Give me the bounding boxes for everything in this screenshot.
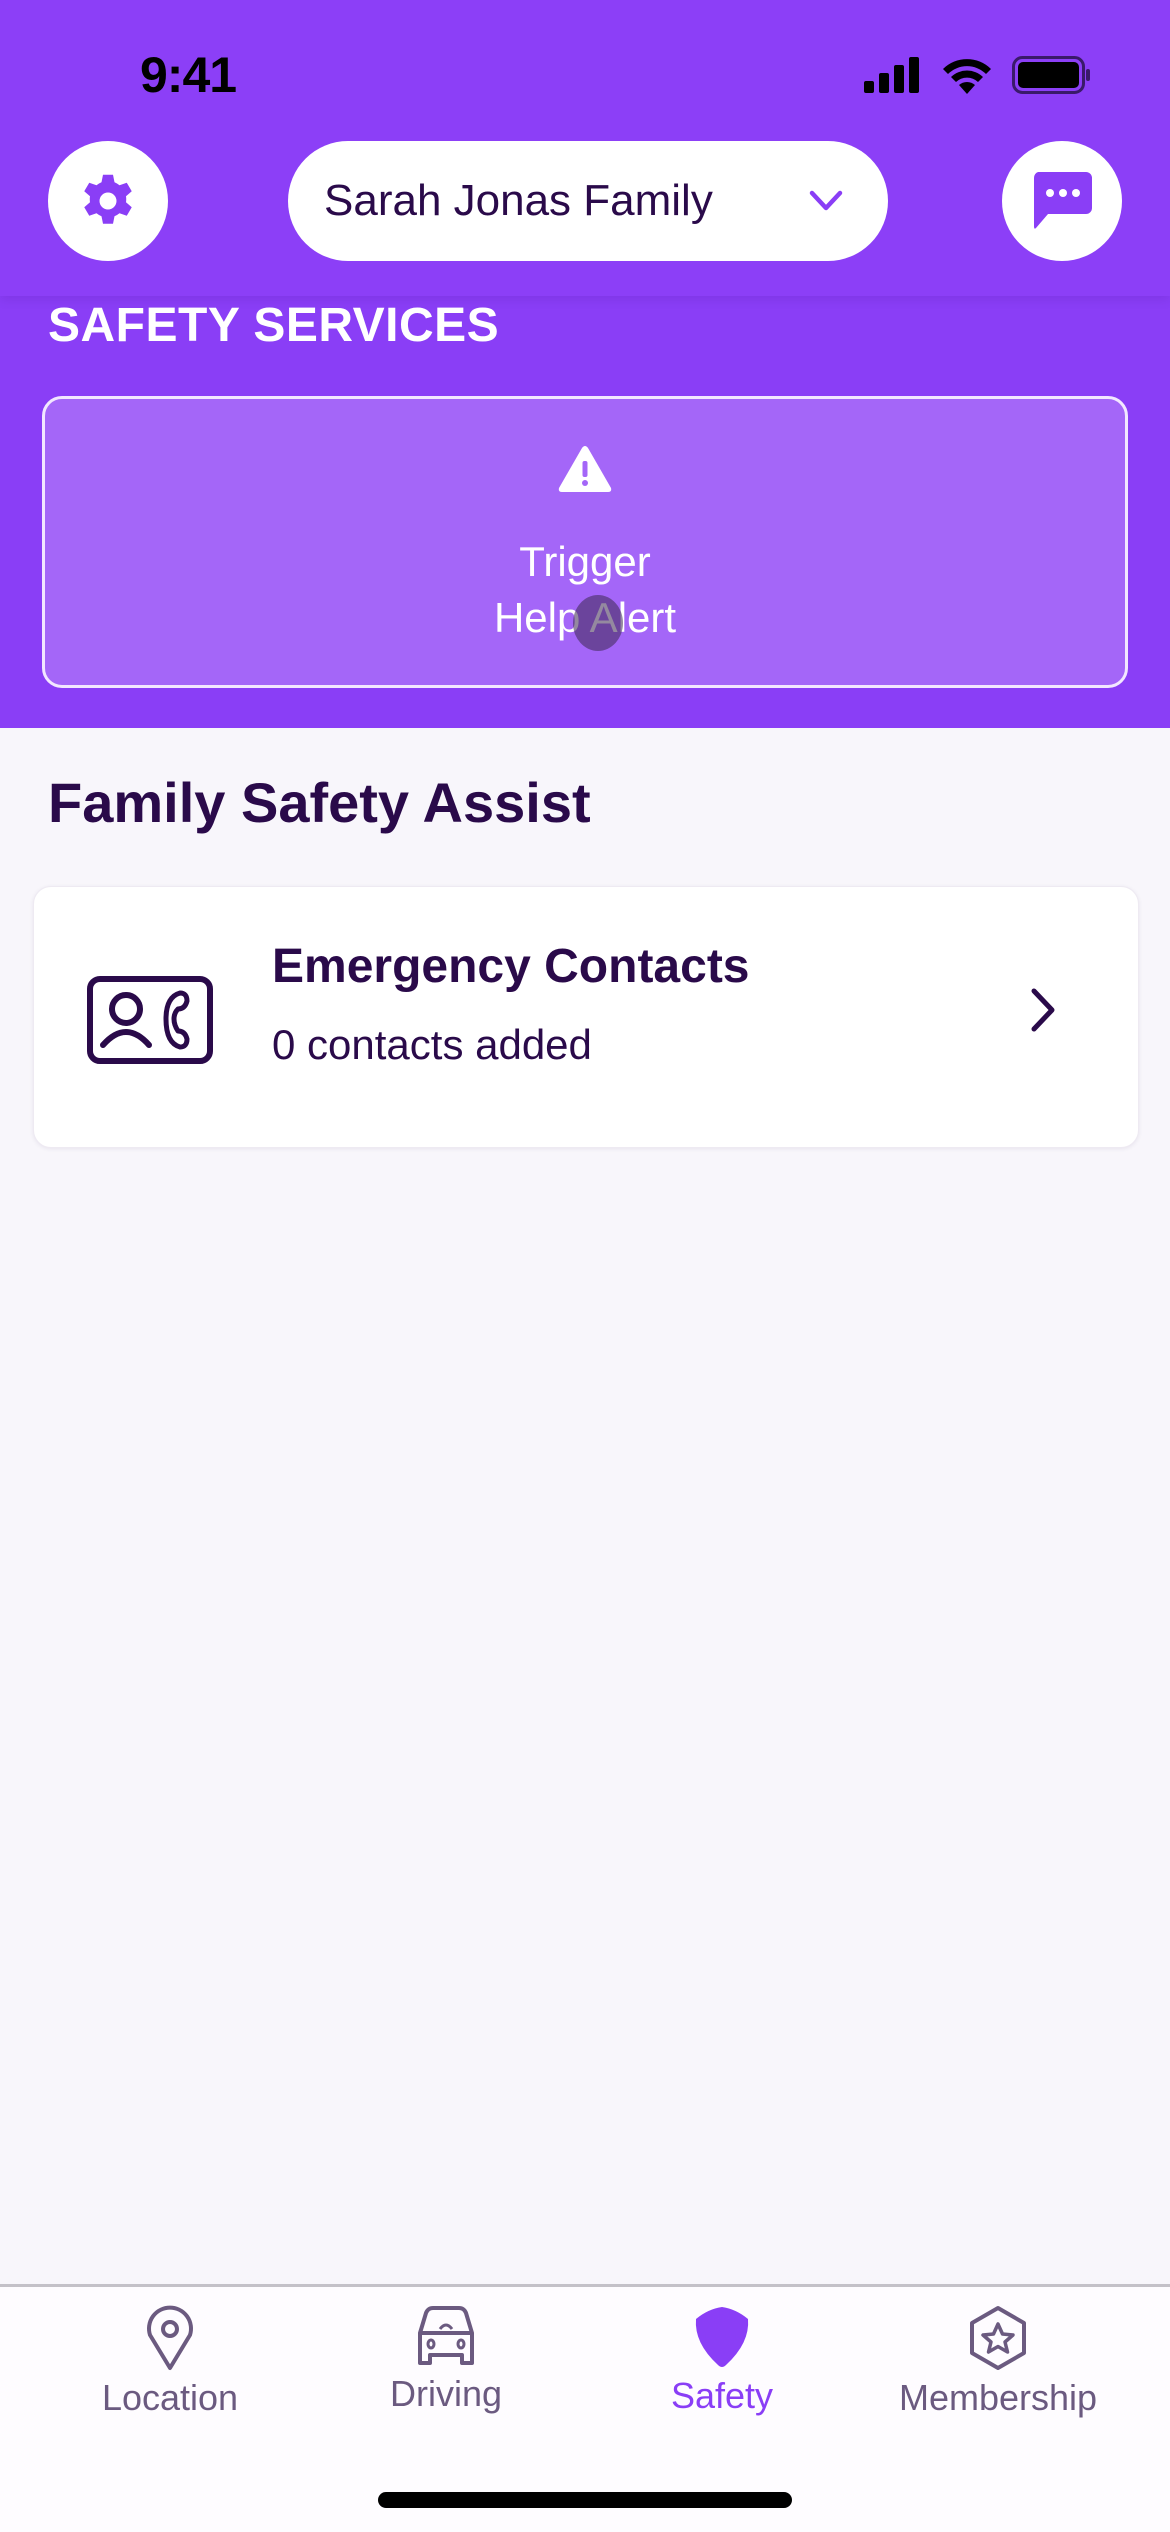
family-selector-label: Sarah Jonas Family [324, 176, 713, 225]
tab-driving-label: Driving [389, 2373, 503, 2414]
contact-card-phone-icon [87, 976, 213, 1064]
emergency-contacts-title: Emergency Contacts [272, 940, 750, 993]
tab-membership-label: Membership [898, 2377, 1098, 2418]
chevron-down-icon [809, 190, 843, 211]
tab-driving[interactable]: Driving [316, 2305, 576, 2415]
chat-button[interactable] [1002, 141, 1122, 261]
cellular-signal-icon [864, 57, 919, 93]
tab-location[interactable]: Location [40, 2305, 300, 2419]
status-icons [864, 56, 1092, 94]
location-pin-icon [147, 2305, 193, 2370]
family-selector[interactable]: Sarah Jonas Family [288, 141, 888, 261]
family-safety-assist-title: Family Safety Assist [48, 771, 591, 834]
warning-triangle-icon [558, 445, 612, 492]
trigger-help-alert-button[interactable]: Trigger Help Alert [42, 396, 1128, 688]
star-badge-icon [970, 2306, 1026, 2370]
wifi-icon [943, 59, 991, 94]
battery-icon [1012, 56, 1090, 94]
status-time: 9:41 [140, 47, 237, 103]
help-alert-line1: Trigger [519, 537, 651, 585]
home-indicator [378, 2492, 792, 2508]
tab-safety-label: Safety [670, 2375, 774, 2416]
gear-icon [84, 174, 132, 224]
emergency-contacts-count: 0 contacts added [272, 1021, 592, 1068]
top-bar: 9:41 Sarah Jonas Family [0, 0, 1170, 296]
chevron-right-icon [1031, 988, 1055, 1032]
tab-safety[interactable]: Safety [592, 2305, 852, 2417]
shield-icon [695, 2307, 749, 2367]
header-background: 9:41 Sarah Jonas Family SAFETY SERVICES … [0, 0, 1170, 728]
emergency-contacts-card[interactable]: Emergency Contacts 0 contacts added [33, 886, 1139, 1148]
chat-bubble-icon [1033, 172, 1092, 229]
touch-indicator [573, 595, 623, 651]
car-icon [418, 2306, 474, 2365]
tab-membership[interactable]: Membership [868, 2305, 1128, 2419]
tab-location-label: Location [101, 2377, 239, 2418]
settings-button[interactable] [48, 141, 168, 261]
safety-services-title: SAFETY SERVICES [48, 299, 500, 352]
